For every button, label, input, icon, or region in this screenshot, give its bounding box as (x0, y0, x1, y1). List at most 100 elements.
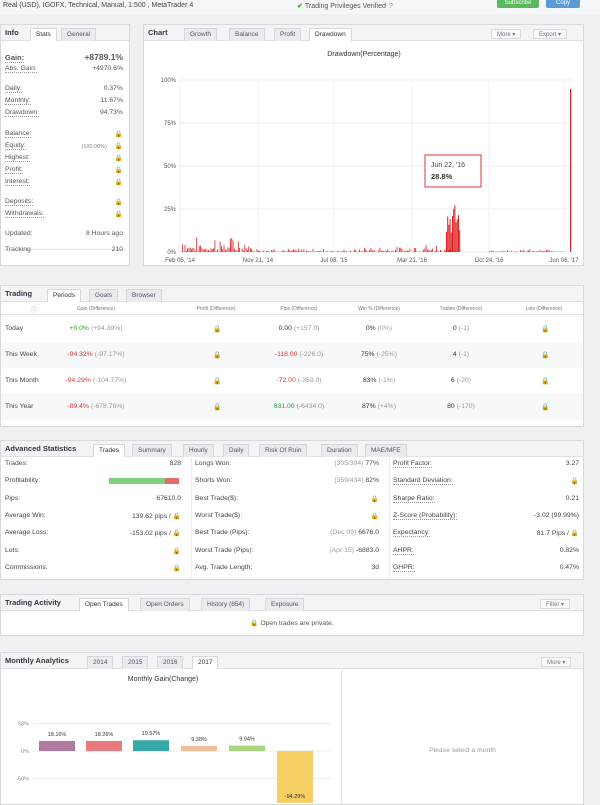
drawdown-bar (241, 248, 243, 252)
trading-header: Trading Periods Goals Browser (1, 286, 583, 302)
lock-icon: 🔒 (541, 352, 550, 359)
drawdown-bar (432, 248, 433, 252)
tab-risk-of-ruin[interactable]: Risk Of Ruin (259, 444, 308, 457)
drawdown-bar (303, 248, 305, 252)
tab-2015[interactable]: 2015 (122, 656, 149, 669)
drawdown-bar (189, 247, 191, 252)
drawdown-bar (307, 251, 309, 252)
drawdown-bar (535, 251, 537, 252)
drawdown-bar (331, 251, 333, 252)
tab-growth[interactable]: Growth (184, 28, 217, 41)
stat-value: 0.21 (565, 494, 579, 502)
monthly-header: Monthly Analytics 2014 2015 2016 2017 Mo… (1, 653, 583, 669)
pips-cell: -72.00 (-359.0) (276, 377, 322, 384)
tab-2014[interactable]: 2014 (87, 656, 114, 669)
drawdown-bar (405, 250, 407, 252)
stat-value: 139.62 pips / 🔒 (131, 512, 181, 520)
tab-open-orders[interactable]: Open Orders (140, 598, 190, 611)
more-dropdown[interactable]: More ▾ (491, 29, 522, 39)
stat-label: Expectancy: (393, 529, 431, 538)
drawdown-bar (428, 250, 430, 252)
tab-history[interactable]: History (854) (201, 598, 251, 611)
subscribe-button[interactable]: Subscribe (497, 0, 539, 8)
gain-label: Gain: (5, 53, 25, 63)
locked-label: Interest: (5, 178, 30, 186)
tab-mae-mfe[interactable]: MAE/MFE (365, 444, 407, 457)
rate-label: Drawdown: (5, 109, 39, 117)
drawdown-bar (217, 249, 218, 252)
stat-value: 0.82% (559, 546, 579, 554)
filter-dropdown[interactable]: Filter ▾ (540, 599, 571, 609)
drawdown-bar (546, 249, 547, 252)
column-header: Gain (Difference) (77, 306, 115, 312)
tab-drawdown[interactable]: Drawdown (309, 28, 352, 41)
monthly-more-dropdown[interactable]: More ▾ (541, 657, 572, 667)
stat-value: 3.27 (565, 460, 579, 467)
table-row[interactable]: Today +0.0% (+94.39%) 🔒 0.00 (+157.0) 0% (0%) 0(… (1, 316, 583, 342)
drawdown-bar (375, 251, 377, 252)
chart-title: Chart (148, 28, 168, 37)
stat-value: (359/434) 82% (334, 477, 379, 485)
export-dropdown[interactable]: Export ▾ (533, 29, 568, 39)
gain-value: +8789.1% (84, 52, 123, 62)
drawdown-bar (338, 251, 340, 252)
tab-daily[interactable]: Daily (223, 444, 250, 457)
drawdown-bar (346, 251, 347, 252)
stat-value: 3d (371, 563, 379, 571)
drawdown-bar (537, 251, 538, 252)
column-header: Profit (Difference) (196, 306, 236, 312)
stat-label: GHPR: (393, 563, 415, 572)
tab-duration[interactable]: Duration (321, 444, 358, 457)
drawdown-bar (378, 250, 380, 252)
help-icon[interactable]: ? (389, 3, 393, 10)
trading-panel: Trading Periods Goals Browser ⓘ Gain (Dif… (0, 285, 584, 427)
tab-goals[interactable]: Goals (89, 289, 118, 302)
stat-value: 0.47% (559, 563, 579, 571)
trades-cell: 80 (-170) (447, 403, 475, 410)
tab-summary[interactable]: Summary (132, 444, 172, 457)
drawdown-bar (263, 250, 265, 252)
drawdown-bar (382, 251, 383, 252)
copy-button[interactable]: Copy (546, 0, 580, 8)
drawdown-bar (231, 237, 233, 252)
bar-value-label: 19.57% (142, 731, 161, 737)
drawdown-bar (400, 247, 402, 252)
deposit-label: Withdrawals: (5, 210, 44, 218)
table-row[interactable]: This Month -94.29% (-104.77%) 🔒 -72.00 (-359.… (1, 368, 583, 394)
tab-trades[interactable]: Trades (93, 444, 125, 457)
tab-profit[interactable]: Profit (274, 28, 302, 41)
chart-tooltip (424, 154, 482, 188)
drawdown-bar (295, 249, 297, 252)
tab-2017[interactable]: 2017 (192, 656, 219, 669)
tab-2016[interactable]: 2016 (157, 656, 184, 669)
table-row[interactable]: This Week -94.32% (-97.17%) 🔒 -118.00 (-226.0… (1, 342, 583, 368)
stat-label: Best Trade($): (195, 494, 239, 502)
drawdown-bar (448, 224, 450, 252)
stat-label: AHPR: (393, 546, 414, 555)
tab-open-trades[interactable]: Open Trades (79, 598, 129, 611)
table-row[interactable]: This Year -89.4% (-678.76%) 🔒 831.00 (-6434.0… (1, 394, 583, 420)
tab-browser[interactable]: Browser (126, 289, 162, 302)
drawdown-bar (312, 248, 314, 252)
drawdown-bar (406, 250, 408, 252)
drawdown-bar (441, 250, 443, 252)
lock-icon: 🔒 (250, 620, 259, 627)
drawdown-bar (187, 248, 188, 252)
tab-balance[interactable]: Balance (229, 28, 265, 41)
drawdown-bar (330, 250, 332, 252)
drawdown-bar (455, 222, 457, 252)
advanced-title: Advanced Statistics (5, 444, 77, 453)
drawdown-bar (294, 250, 296, 252)
monthly-bar (39, 741, 75, 751)
tab-hourly[interactable]: Hourly (183, 444, 214, 457)
info-panel: Info Stats General Gain: +8789.1% Abs. Ga… (0, 24, 130, 266)
lock-icon: 🔒 (114, 179, 123, 186)
tab-exposure[interactable]: Exposure (265, 598, 305, 611)
lock-icon: 🔒 (213, 404, 222, 411)
bar-value-label: 9.94% (239, 737, 255, 743)
tab-stats[interactable]: Stats (30, 28, 57, 41)
stat-label: Average Loss: (5, 529, 49, 537)
tab-general[interactable]: General (61, 28, 97, 41)
tab-periods[interactable]: Periods (47, 289, 82, 302)
tooltip-date: Jun 22, '16 (431, 162, 465, 169)
